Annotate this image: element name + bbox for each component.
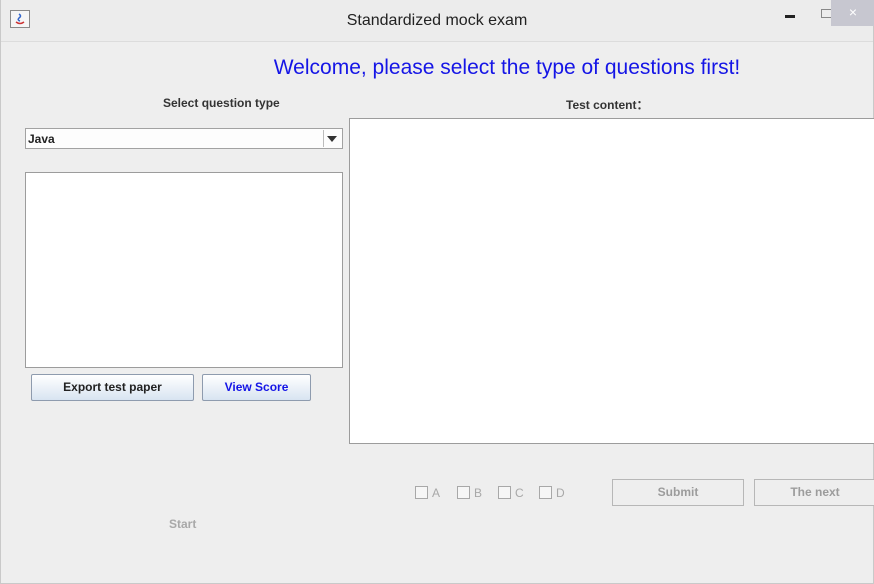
app-window: Standardized mock exam × Welcome, please…	[0, 0, 874, 584]
maximize-icon	[820, 9, 832, 19]
checkbox-box[interactable]	[498, 486, 511, 499]
next-button[interactable]: The next	[754, 479, 874, 506]
minimize-button[interactable]	[773, 0, 807, 26]
question-list[interactable]	[25, 172, 343, 368]
option-b-checkbox[interactable]: B	[457, 486, 482, 500]
welcome-message: Welcome, please select the type of quest…	[273, 56, 741, 79]
option-a-checkbox[interactable]: A	[415, 486, 440, 500]
option-label: D	[556, 486, 565, 500]
question-type-select[interactable]: Java	[25, 128, 343, 149]
checkbox-box[interactable]	[415, 486, 428, 499]
option-label: B	[474, 486, 483, 500]
option-label: A	[432, 486, 441, 500]
checkbox-box[interactable]	[457, 486, 470, 499]
start-label: Start	[169, 517, 197, 531]
title-bar[interactable]: Standardized mock exam ×	[1, 0, 874, 42]
view-score-button[interactable]: View Score	[202, 374, 311, 401]
question-type-value: Java	[28, 132, 55, 146]
close-icon: ×	[848, 4, 858, 20]
option-label: C	[515, 486, 524, 500]
minimize-icon	[785, 14, 795, 18]
option-c-checkbox[interactable]: C	[498, 486, 524, 500]
test-content-label: Test content：	[566, 98, 649, 112]
test-content-area[interactable]	[349, 118, 874, 444]
close-button[interactable]: ×	[831, 0, 874, 26]
submit-button[interactable]: Submit	[612, 479, 744, 506]
export-test-paper-button[interactable]: Export test paper	[31, 374, 194, 401]
chevron-down-icon[interactable]	[323, 130, 341, 147]
checkbox-box[interactable]	[539, 486, 552, 499]
option-d-checkbox[interactable]: D	[539, 486, 565, 500]
window-title: Standardized mock exam	[346, 12, 528, 29]
question-type-label: Select question type	[163, 96, 280, 110]
